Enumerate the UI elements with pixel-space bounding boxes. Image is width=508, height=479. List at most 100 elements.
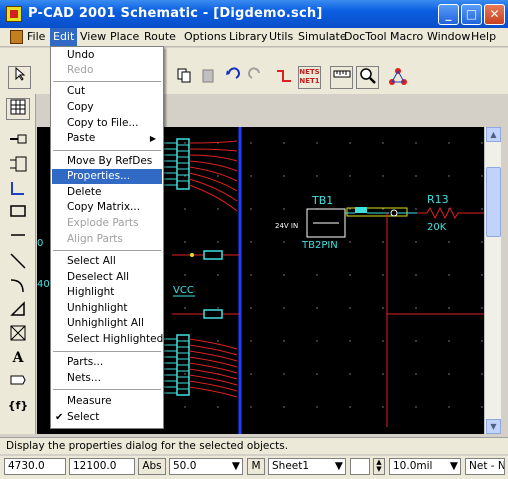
place-line-tool[interactable]: [6, 228, 30, 250]
place-arc-tool[interactable]: [6, 276, 30, 298]
dropdown-arrow-icon: ▼: [231, 460, 240, 472]
menu-select-all[interactable]: Select All: [52, 254, 162, 269]
menu-window[interactable]: Window: [424, 30, 473, 43]
menu-place[interactable]: Place: [107, 30, 142, 43]
menu-unhighlight-all[interactable]: Unhighlight All: [52, 316, 162, 331]
x-coordinate-field[interactable]: 4730.0: [4, 458, 66, 475]
menu-align-parts[interactable]: Align Parts: [52, 232, 162, 247]
menu-copy-to-file[interactable]: Copy to File...: [52, 116, 162, 131]
network-toolbar-button[interactable]: [386, 66, 409, 89]
color-swatch[interactable]: [350, 458, 370, 475]
y-coordinate-field[interactable]: 12100.0: [69, 458, 135, 475]
place-diagonal-tool[interactable]: [6, 252, 30, 274]
place-pin-tool[interactable]: [6, 132, 30, 154]
menu-select-highlighted[interactable]: Select Highlighted: [52, 332, 163, 347]
dropdown-arrow-icon: ▼: [449, 460, 458, 472]
text-icon: A: [12, 350, 24, 366]
menu-separator: [53, 150, 161, 151]
redo-icon: [247, 67, 260, 79]
grid-select[interactable]: 50.0 ▼: [169, 458, 243, 475]
pointer-icon: [15, 66, 25, 81]
menu-separator: [53, 351, 161, 352]
part-icon: [10, 156, 27, 172]
menu-route[interactable]: Route: [141, 30, 179, 43]
menu-view[interactable]: View: [77, 30, 109, 43]
menu-unhighlight[interactable]: Unhighlight: [52, 301, 162, 316]
grid-icon: [10, 99, 26, 115]
menu-help[interactable]: Help: [468, 30, 499, 43]
measure-toolbar-button[interactable]: [330, 66, 353, 89]
grid-value: 50.0: [173, 460, 197, 472]
menu-doctool[interactable]: DocTool: [341, 30, 390, 43]
m-button[interactable]: M: [247, 458, 265, 475]
paste-toolbar-button[interactable]: [196, 66, 219, 89]
menu-redo[interactable]: Redo: [52, 63, 162, 78]
maximize-button[interactable]: □: [461, 4, 482, 25]
place-wire-tool[interactable]: [6, 180, 30, 202]
network-icon: [388, 68, 407, 85]
menu-library[interactable]: Library: [226, 30, 270, 43]
menu-move-by-refdes[interactable]: Move By RefDes: [52, 154, 162, 169]
menu-deselect-all[interactable]: Deselect All: [52, 270, 162, 285]
spreadsheet-tool[interactable]: [6, 98, 30, 120]
menu-parts[interactable]: Parts...: [52, 355, 162, 370]
menu-cut[interactable]: Cut: [52, 84, 162, 99]
menu-select[interactable]: ✔ Select: [52, 410, 162, 425]
pin-icon: [10, 134, 27, 144]
nets-toolbar-button[interactable]: NETS NET1: [298, 66, 321, 89]
status-message: Display the properties dialog for the se…: [0, 437, 508, 454]
menu-copy[interactable]: Copy: [52, 100, 162, 115]
scroll-thumb[interactable]: [486, 167, 501, 237]
wire-toolbar-button[interactable]: [272, 66, 295, 89]
status-bar: 4730.0 12100.0 Abs 50.0 ▼ M Sheet1 ▼ ▲ ▼ 10…: [0, 456, 508, 479]
tb1-voltage: 24V IN: [275, 222, 298, 230]
scroll-down-arrow-icon[interactable]: ▼: [486, 419, 501, 434]
menu-paste-label: Paste: [67, 132, 96, 144]
menu-explode-parts[interactable]: Explode Parts: [52, 216, 162, 231]
select-tool-button[interactable]: [8, 66, 31, 89]
place-part-tool[interactable]: [6, 156, 30, 178]
menu-file[interactable]: File: [24, 30, 48, 43]
place-rectangle-tool[interactable]: [6, 204, 30, 226]
abs-button[interactable]: Abs: [138, 458, 166, 475]
document-icon[interactable]: [10, 30, 23, 44]
menu-delete[interactable]: Delete: [52, 185, 162, 200]
sheet-value: Sheet1: [272, 460, 310, 472]
menu-copy-matrix[interactable]: Copy Matrix...: [52, 200, 162, 215]
diagonal-line-icon: [10, 253, 26, 269]
place-attribute-tool[interactable]: [6, 372, 30, 394]
menu-nets[interactable]: Nets...: [52, 371, 162, 386]
sheet-select[interactable]: Sheet1 ▼: [268, 458, 346, 475]
net-field[interactable]: Net - NW: [465, 458, 505, 475]
menu-utils[interactable]: Utils: [266, 30, 296, 43]
vertical-scrollbar[interactable]: ▲ ▼: [484, 127, 501, 434]
rectangle-icon: [10, 205, 26, 217]
place-polygon-tool[interactable]: [6, 300, 30, 322]
place-text-tool[interactable]: A: [6, 348, 30, 370]
line-width-spinner[interactable]: ▲ ▼: [373, 458, 385, 475]
menu-undo[interactable]: Undo: [52, 48, 162, 63]
window-title: P-CAD 2001 Schematic - [Digdemo.sch]: [28, 6, 323, 21]
menu-highlight[interactable]: Highlight: [52, 285, 162, 300]
close-button[interactable]: ✕: [484, 4, 505, 25]
line-width-select[interactable]: 10.0mil ▼: [389, 458, 461, 475]
place-ieee-tool[interactable]: {f}: [6, 396, 30, 418]
undo-toolbar-button[interactable]: [220, 66, 243, 89]
menu-macro[interactable]: Macro: [387, 30, 426, 43]
menu-paste[interactable]: Paste ▶: [52, 131, 162, 146]
dropdown-arrow-icon: ▼: [334, 460, 343, 472]
place-field-tool[interactable]: [6, 324, 30, 346]
undo-icon: [225, 67, 240, 79]
minimize-button[interactable]: _: [438, 4, 459, 25]
menu-measure[interactable]: Measure: [52, 394, 162, 409]
menu-properties[interactable]: Properties...: [52, 169, 162, 184]
copy-toolbar-button[interactable]: [172, 66, 195, 89]
copy-icon: [177, 68, 190, 83]
scroll-up-arrow-icon[interactable]: ▲: [486, 127, 501, 142]
menu-edit[interactable]: Edit: [50, 28, 78, 47]
menu-options[interactable]: Options: [181, 30, 229, 43]
redo-toolbar-button[interactable]: [244, 66, 267, 89]
title-bar[interactable]: P-CAD 2001 Schematic - [Digdemo.sch] _ □…: [0, 0, 508, 28]
zoom-toolbar-button[interactable]: [356, 66, 379, 89]
edit-menu-dropdown: Undo Redo Cut Copy Copy to File... Paste…: [50, 46, 164, 429]
